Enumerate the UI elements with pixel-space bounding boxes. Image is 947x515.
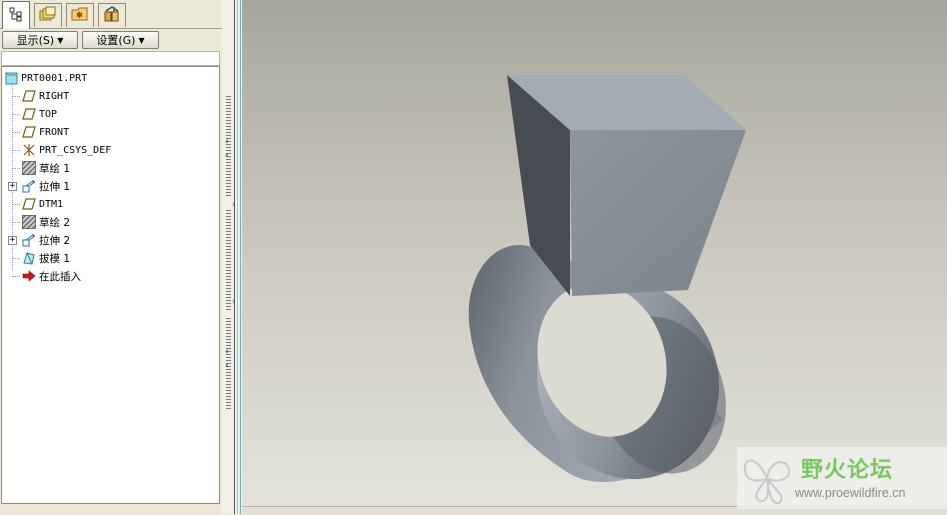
settings-dropdown-button[interactable]: 设置(G) ▼ xyxy=(82,31,159,49)
tree-item-datum-dtm1[interactable]: DTM1 xyxy=(22,195,63,213)
tree-item-datum-right[interactable]: RIGHT xyxy=(22,87,69,105)
tree-item-label: 拉伸 1 xyxy=(39,180,71,193)
tree-item-extrude-2[interactable]: 拉伸 2 xyxy=(22,231,70,249)
tree-connector xyxy=(12,222,20,223)
tree-connector xyxy=(12,114,20,115)
show-dropdown-button[interactable]: 显示(S) ▼ xyxy=(2,31,78,49)
navigator-panel: ✱ 显示(S) ▼ 设置(G) ▼ PRT0001.PRT RIGHT TOP … xyxy=(0,0,222,514)
tree-item-insert-here[interactable]: 在此插入 xyxy=(22,267,81,285)
tree-item-label: 拔模 1 xyxy=(39,252,71,265)
collapse-left-arrow-icon[interactable]: ‹ xyxy=(225,347,229,357)
model-3d-view[interactable] xyxy=(242,0,947,506)
chevron-down-icon: ▼ xyxy=(138,35,145,45)
datum-plane-icon xyxy=(22,197,36,211)
collapse-left-arrow-icon[interactable]: ‹ xyxy=(225,151,229,161)
tree-item-sketch-1[interactable]: 草绘 1 xyxy=(22,159,70,177)
tree-item-draft-1[interactable]: 拔模 1 xyxy=(22,249,70,267)
tree-item-datum-front[interactable]: FRONT xyxy=(22,123,69,141)
graphics-window[interactable] xyxy=(242,0,947,506)
sketch-icon xyxy=(22,161,36,175)
datum-plane-icon xyxy=(22,107,36,121)
tree-item-label: FRONT xyxy=(39,126,70,138)
draft-icon xyxy=(22,251,36,265)
extrude-icon xyxy=(22,233,36,247)
sash-border xyxy=(237,0,238,514)
box-front-face xyxy=(570,130,746,296)
tree-connector xyxy=(12,204,20,205)
tab-model-tree[interactable] xyxy=(2,1,30,29)
watermark: 野火论坛 www.proewildfire.cn xyxy=(737,447,947,509)
show-dropdown-label: 显示(S) xyxy=(16,34,55,47)
tree-connector xyxy=(12,132,20,133)
connections-icon xyxy=(103,6,121,25)
coordinate-system-icon xyxy=(22,143,36,157)
tree-item-label: 在此插入 xyxy=(39,270,81,283)
tree-item-sketch-2[interactable]: 草绘 2 xyxy=(22,213,70,231)
collapse-left-arrow-icon[interactable]: ‹ xyxy=(225,361,229,371)
tree-item-label: RIGHT xyxy=(39,90,70,102)
tree-item-label: 拉伸 2 xyxy=(39,234,71,247)
extrude-icon xyxy=(22,179,36,193)
tree-item-label: TOP xyxy=(39,108,58,120)
tab-connections[interactable] xyxy=(98,3,126,27)
tree-item-label: PRT_CSYS_DEF xyxy=(39,144,112,156)
tree-connector xyxy=(12,168,20,169)
tree-filter-row[interactable] xyxy=(1,51,220,66)
watermark-url: www.proewildfire.cn xyxy=(795,486,906,500)
datum-plane-icon xyxy=(22,89,36,103)
part-icon xyxy=(4,71,18,85)
tab-folder-browser[interactable] xyxy=(34,3,62,27)
tree-item-datum-top[interactable]: TOP xyxy=(22,105,57,123)
tree-connector xyxy=(12,258,20,259)
sash-border xyxy=(240,0,241,514)
tab-favorites[interactable]: ✱ xyxy=(66,3,94,27)
butterfly-logo-icon xyxy=(743,459,791,505)
tree-item-extrude-1[interactable]: 拉伸 1 xyxy=(22,177,70,195)
watermark-title: 野火论坛 xyxy=(801,458,894,483)
tree-connector xyxy=(12,96,20,97)
sketch-icon xyxy=(22,215,36,229)
tree-connector xyxy=(12,150,20,151)
model-tree: PRT0001.PRT RIGHT TOP FRONT PRT_CSYS_DEF… xyxy=(1,66,220,504)
collapse-left-arrow-icon[interactable]: ‹ xyxy=(225,137,229,147)
expand-toggle-icon[interactable]: + xyxy=(8,236,17,245)
datum-plane-icon xyxy=(22,125,36,139)
tree-connector xyxy=(12,276,20,277)
favorites-icon: ✱ xyxy=(71,6,89,25)
sash-grip[interactable] xyxy=(226,210,231,310)
navigator-tab-strip: ✱ xyxy=(0,0,222,29)
settings-dropdown-label: 设置(G) xyxy=(96,34,136,47)
expand-toggle-icon[interactable]: + xyxy=(8,182,17,191)
insert-here-arrow-icon xyxy=(22,269,36,283)
folder-browser-icon xyxy=(39,6,57,25)
sash-border xyxy=(234,0,235,514)
panel-sash[interactable]: ‹ ‹ › › ‹ ‹ xyxy=(222,0,242,514)
tree-item-csys[interactable]: PRT_CSYS_DEF xyxy=(22,141,111,159)
navigator-toolbar: 显示(S) ▼ 设置(G) ▼ xyxy=(0,29,222,50)
tree-item-label: PRT0001.PRT xyxy=(21,72,88,84)
tree-item-label: DTM1 xyxy=(39,198,64,210)
tree-item-part[interactable]: PRT0001.PRT xyxy=(4,69,87,87)
svg-text:✱: ✱ xyxy=(76,11,84,21)
chevron-down-icon: ▼ xyxy=(57,35,64,45)
tree-item-label: 草绘 1 xyxy=(39,162,71,175)
tree-item-label: 草绘 2 xyxy=(39,216,71,229)
model-tree-icon xyxy=(8,6,24,25)
